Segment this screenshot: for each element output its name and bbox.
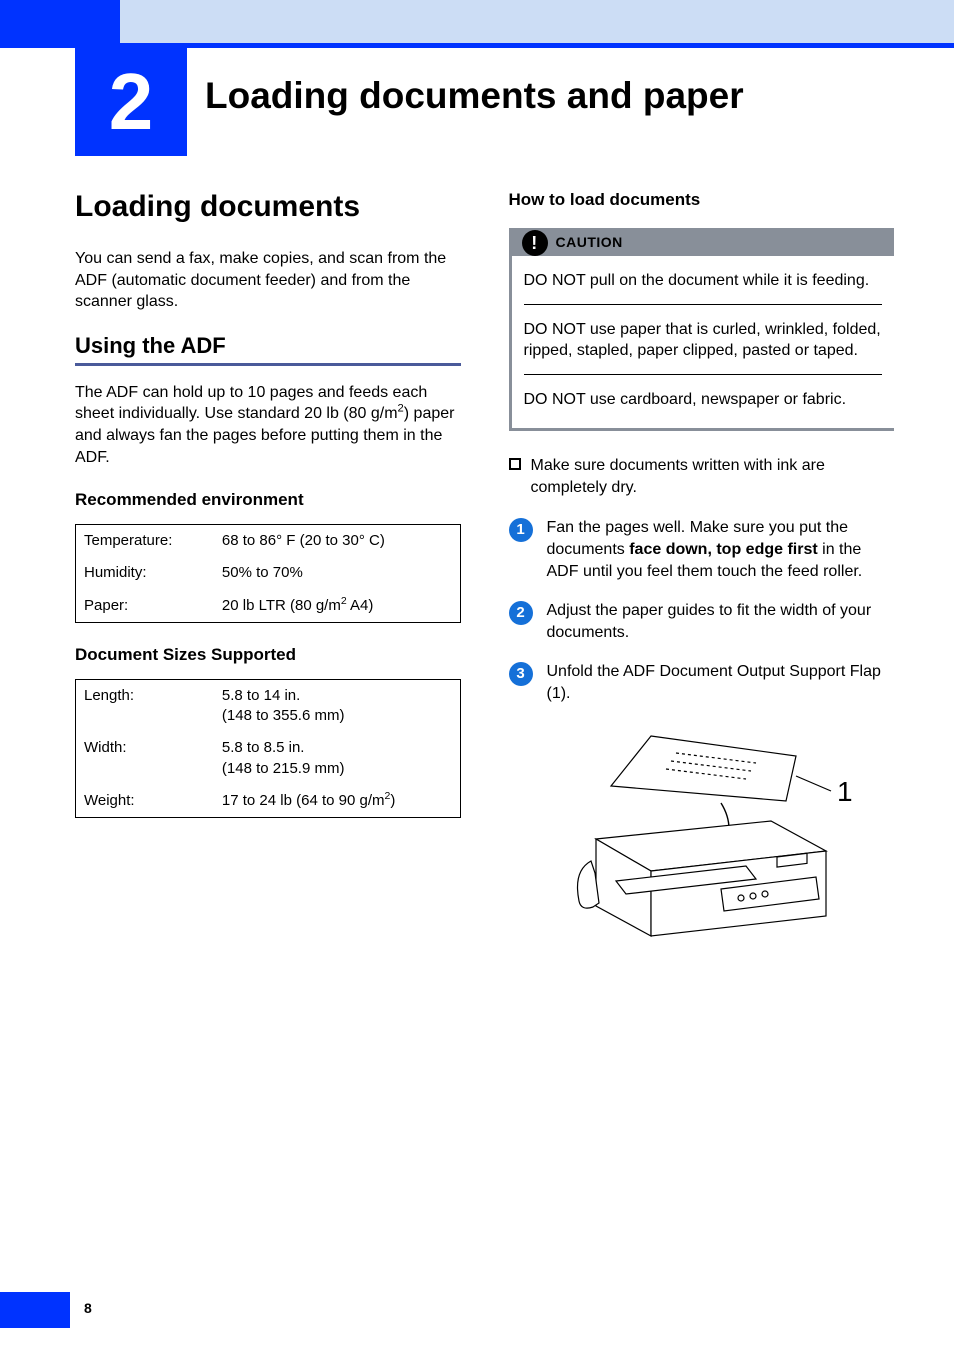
section-heading-loading-documents: Loading documents: [75, 190, 461, 224]
table-row: Temperature: 68 to 86° F (20 to 30° C): [76, 525, 461, 558]
sizes-weight-pre: 17 to 24 lb (64 to 90 g/m: [222, 792, 385, 809]
chapter-title: Loading documents and paper: [205, 75, 744, 117]
bullet-item: Make sure documents written with ink are…: [509, 455, 895, 498]
header-banner-accent: [0, 0, 120, 48]
step-1-bold: face down, top edge first: [629, 541, 817, 558]
table-row: Paper: 20 lb LTR (80 g/m2 A4): [76, 590, 461, 623]
adf-paragraph-pre: The ADF can hold up to 10 pages and feed…: [75, 384, 427, 423]
env-paper-value: 20 lb LTR (80 g/m2 A4): [214, 590, 460, 623]
intro-paragraph: You can send a fax, make copies, and sca…: [75, 248, 461, 313]
page-number: 8: [84, 1300, 92, 1316]
step-1: 1 Fan the pages well. Make sure you put …: [509, 517, 895, 584]
bullet-text: Make sure documents written with ink are…: [531, 455, 895, 498]
sizes-weight-value: 17 to 24 lb (64 to 90 g/m2): [214, 785, 460, 818]
table-recommended-environment: Temperature: 68 to 86° F (20 to 30° C) H…: [75, 524, 461, 623]
env-humidity-value: 50% to 70%: [214, 557, 460, 589]
table-row: Length: 5.8 to 14 in. (148 to 355.6 mm): [76, 679, 461, 732]
caution-label: CAUTION: [556, 234, 623, 250]
sizes-weight-label: Weight:: [76, 785, 214, 818]
heading-document-sizes: Document Sizes Supported: [75, 645, 461, 665]
sizes-length-value: 5.8 to 14 in. (148 to 355.6 mm): [214, 679, 460, 732]
page-content: Loading documents You can send a fax, ma…: [75, 190, 894, 1278]
table-row: Width: 5.8 to 8.5 in. (148 to 215.9 mm): [76, 732, 461, 785]
printer-svg: 1: [541, 721, 861, 951]
step-2: 2 Adjust the paper guides to fit the wid…: [509, 600, 895, 645]
header-banner: [0, 0, 954, 48]
caution-item: DO NOT use cardboard, newspaper or fabri…: [524, 389, 883, 415]
step-3: 3 Unfold the ADF Document Output Support…: [509, 661, 895, 706]
env-paper-post: A4): [347, 597, 374, 614]
caution-icon: !: [522, 230, 548, 256]
env-humidity-label: Humidity:: [76, 557, 214, 589]
step-3-text: Unfold the ADF Document Output Support F…: [547, 661, 895, 706]
sizes-width-l2: (148 to 215.9 mm): [222, 760, 345, 777]
right-column: How to load documents ! CAUTION DO NOT p…: [509, 190, 895, 1278]
square-bullet-icon: [509, 458, 521, 470]
sizes-length-l2: (148 to 355.6 mm): [222, 707, 345, 724]
sizes-length-label: Length:: [76, 679, 214, 732]
env-temperature-value: 68 to 86° F (20 to 30° C): [214, 525, 460, 558]
chapter-number-block: 2: [75, 48, 187, 156]
table-document-sizes: Length: 5.8 to 14 in. (148 to 355.6 mm) …: [75, 679, 461, 818]
left-column: Loading documents You can send a fax, ma…: [75, 190, 461, 1278]
caution-box: ! CAUTION DO NOT pull on the document wh…: [509, 228, 895, 431]
sizes-length-l1: 5.8 to 14 in.: [222, 687, 300, 704]
subsection-heading-using-adf: Using the ADF: [75, 333, 461, 366]
step-badge-3: 3: [509, 662, 533, 686]
env-temperature-label: Temperature:: [76, 525, 214, 558]
env-paper-pre: 20 lb LTR (80 g/m: [222, 597, 341, 614]
step-1-text: Fan the pages well. Make sure you put th…: [547, 517, 895, 584]
env-paper-label: Paper:: [76, 590, 214, 623]
sizes-width-value: 5.8 to 8.5 in. (148 to 215.9 mm): [214, 732, 460, 785]
exclamation-icon: !: [531, 234, 538, 252]
page-edge-tab: [0, 1292, 70, 1328]
sizes-width-l1: 5.8 to 8.5 in.: [222, 739, 305, 756]
table-row: Humidity: 50% to 70%: [76, 557, 461, 589]
sizes-width-label: Width:: [76, 732, 214, 785]
sizes-weight-post: ): [390, 792, 395, 809]
step-badge-2: 2: [509, 601, 533, 625]
heading-recommended-environment: Recommended environment: [75, 490, 461, 510]
step-2-text: Adjust the paper guides to fit the width…: [547, 600, 895, 645]
printer-illustration: 1: [509, 721, 895, 951]
caution-header: ! CAUTION: [512, 228, 895, 256]
step-badge-1: 1: [509, 518, 533, 542]
adf-paragraph: The ADF can hold up to 10 pages and feed…: [75, 382, 461, 468]
caution-body: DO NOT pull on the document while it is …: [512, 256, 895, 420]
caution-item: DO NOT pull on the document while it is …: [524, 270, 883, 305]
caution-item: DO NOT use paper that is curled, wrinkle…: [524, 319, 883, 375]
chapter-number: 2: [109, 56, 154, 148]
heading-how-to-load: How to load documents: [509, 190, 895, 210]
table-row: Weight: 17 to 24 lb (64 to 90 g/m2): [76, 785, 461, 818]
figure-callout-1: 1: [837, 776, 853, 807]
